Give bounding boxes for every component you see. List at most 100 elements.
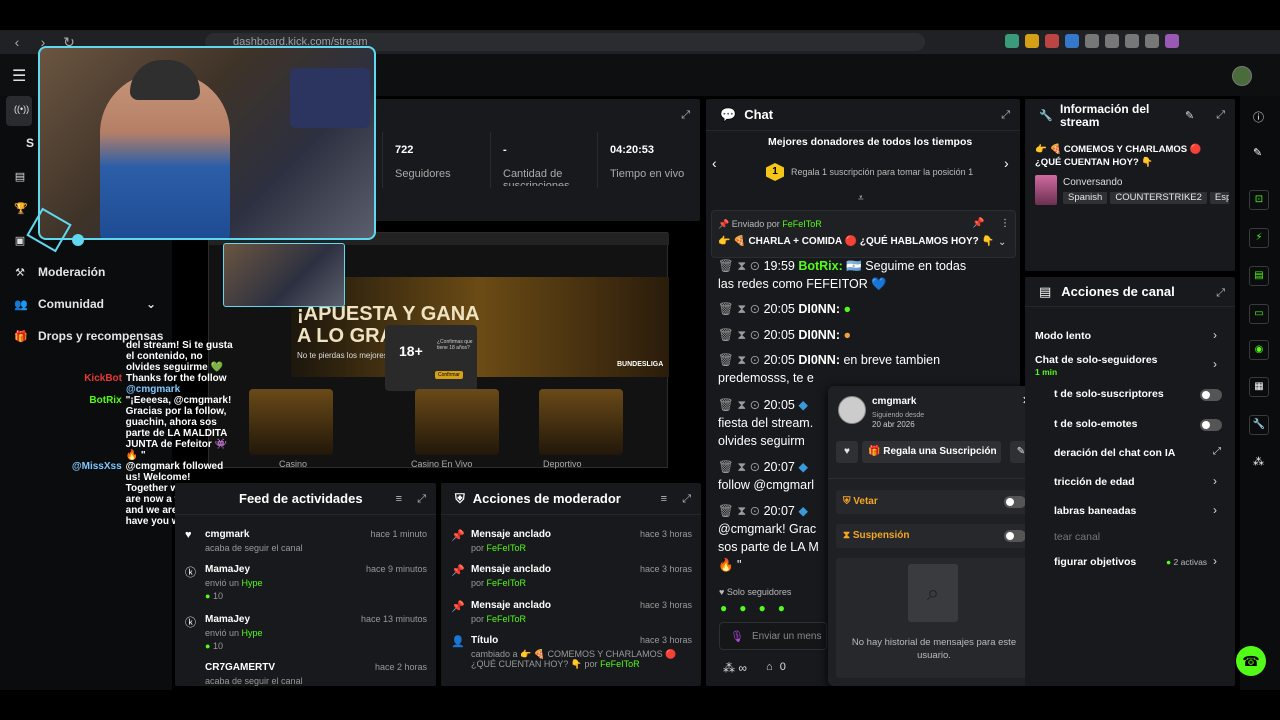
sidebar-item-moderation[interactable]: ⚒ Moderación	[14, 265, 105, 279]
popout-icon[interactable]: ⤢	[1216, 287, 1225, 300]
chevron-right-icon[interactable]: ›	[1213, 357, 1217, 371]
pin-icon[interactable]: 📌	[972, 218, 984, 229]
action-emotes-only[interactable]: t de solo-emotes	[1054, 418, 1137, 430]
points-icon[interactable]: ⁂	[723, 661, 735, 675]
pencil-icon[interactable]: ✎	[1253, 146, 1262, 159]
action-slow-mode[interactable]: Modo lento	[1035, 330, 1091, 342]
popout-icon[interactable]: ⤢	[682, 493, 691, 506]
mod-action-time: hace 3 horas	[639, 564, 692, 574]
chat-message[interactable]: 🗑 ⧗ ⊙ 20:05 DI0NN: ●	[718, 326, 851, 344]
tile-casino[interactable]	[249, 389, 333, 455]
mod-action-item[interactable]: 📌 Mensaje anclado hace 3 horas por FeFeIToR	[451, 600, 692, 624]
action-subs-only[interactable]: t de solo-suscriptores	[1054, 388, 1164, 400]
activity-item[interactable]: ♥ cmgmark hace 1 minuto acaba de seguir el …	[185, 529, 427, 553]
mod-action-item[interactable]: 📌 Mensaje anclado hace 3 horas por FeFeIToR	[451, 529, 692, 553]
mod-action-item[interactable]: 📌 Mensaje anclado hace 3 horas por FeFeIToR	[451, 564, 692, 588]
extension-icon[interactable]	[1025, 34, 1039, 48]
sidebar-item-analytics[interactable]: ▤	[14, 170, 26, 183]
chevron-right-icon[interactable]: ›	[1213, 554, 1217, 568]
timeout-toggle[interactable]	[1004, 530, 1026, 542]
ban-row[interactable]: ⛨ Vetar	[836, 490, 1032, 514]
activity-item[interactable]: ⓚ MamaJey hace 9 minutos envió un Hype ● 10	[185, 564, 427, 601]
gift-sub-button[interactable]: 🎁 Regala una Suscripción	[862, 441, 1001, 463]
filter-icon[interactable]: ≡	[661, 493, 667, 505]
chat-message[interactable]: 🗑 ⧗ ⊙ 20:05 DI0NN: en breve tambien prede…	[718, 351, 940, 387]
document-icon[interactable]: ▤	[1249, 266, 1269, 286]
lightning-icon[interactable]: ⚡	[1249, 228, 1269, 248]
extension-icon[interactable]	[1145, 34, 1159, 48]
tag[interactable]: Spanish	[1063, 192, 1108, 204]
pencil-icon[interactable]: ✎	[1185, 109, 1194, 122]
extension-icon[interactable]	[1045, 34, 1059, 48]
stream-info-panel: 🔧 Información del stream ✎ ⤢ 👉 🍕 COMEMOS…	[1025, 99, 1235, 271]
age-question: ¿Confirmas que tiene 18 años?	[437, 339, 473, 351]
sidebar-item-s[interactable]: S	[26, 136, 34, 150]
puzzle-icon[interactable]	[1085, 34, 1099, 48]
chat-message[interactable]: 🗑 ⧗ ⊙ 20:07 ◆ @cmgmark! Grac sos parte de …	[718, 502, 819, 574]
popout-icon[interactable]: ⤢	[1001, 109, 1010, 122]
subs-only-toggle[interactable]	[1200, 389, 1222, 401]
activity-item[interactable]: ♥CR7GAMERTVhace 2 horasacaba de seguir e…	[205, 662, 427, 686]
emotes-only-toggle[interactable]	[1200, 419, 1222, 431]
chat-input[interactable]: 🎙 Enviar un mens	[719, 622, 827, 650]
activity-item[interactable]: ⓚ MamaJey hace 13 minutos envió un Hype ● 10	[185, 614, 427, 651]
action-goals[interactable]: figurar objetivos	[1054, 556, 1136, 568]
chat-message[interactable]: 🗑 ⧗ ⊙ 20:07 ◆ follow @cmgmarl	[718, 458, 814, 494]
popout-icon[interactable]: ⤢	[681, 109, 690, 122]
action-ai-moderation[interactable]: deración del chat con IA	[1054, 447, 1175, 459]
mic-icon[interactable]: 🎙	[730, 630, 744, 643]
external-link-icon[interactable]: ⤢	[1213, 446, 1221, 457]
chevron-right-icon[interactable]: ›	[1213, 328, 1217, 342]
tag[interactable]: Esp	[1209, 192, 1229, 204]
chat-bubble-icon[interactable]: ▭	[1249, 304, 1269, 324]
layout-icon[interactable]: ▦	[1249, 377, 1269, 397]
avatar[interactable]	[1232, 66, 1252, 86]
chat-message[interactable]: 🗑 ⧗ ⊙ 20:05 ◆ fiesta del stream. olvides s…	[718, 396, 813, 450]
chevron-right-icon[interactable]: ›	[1213, 474, 1217, 488]
popout-icon[interactable]: ⤢	[417, 493, 426, 506]
tag[interactable]: COUNTERSTRIKE2	[1110, 192, 1207, 204]
collapse-icon[interactable]: ⩡	[858, 193, 864, 204]
wrench-icon[interactable]: 🔧	[1249, 415, 1269, 435]
follow-heart-button[interactable]: ♥	[836, 441, 858, 463]
chevron-right-icon[interactable]: ›	[1004, 155, 1009, 171]
sidebar-item-community[interactable]: 👥 Comunidad ⌄	[14, 297, 156, 311]
action-followers-only[interactable]: Chat de solo-seguidores 1 min	[1035, 354, 1158, 378]
action-raid-channel[interactable]: tear canal	[1054, 531, 1100, 543]
back-icon[interactable]: ‹	[8, 34, 26, 50]
tile-sports[interactable]	[539, 389, 623, 455]
avatar[interactable]	[838, 396, 866, 424]
confirm-button[interactable]: Confirmar	[435, 371, 463, 379]
timeout-row[interactable]: ⧗ Suspensión	[836, 524, 1032, 548]
popout-icon[interactable]: ⤢	[1216, 109, 1225, 122]
sidebar-item-achievements[interactable]: 🏆	[14, 202, 28, 215]
store-icon[interactable]: ⌂	[766, 661, 773, 673]
extension-icon[interactable]	[1125, 34, 1139, 48]
info-icon[interactable]: ⓘ	[1253, 109, 1264, 125]
mod-action-item[interactable]: 👤 Título hace 3 horas cambiado a 👉 🍕 COMEMO…	[451, 635, 692, 669]
menu-icon[interactable]: ☰	[12, 66, 26, 86]
target-icon[interactable]: ⊡	[1249, 190, 1269, 210]
chat-message[interactable]: 🗑 ⧗ ⊙ 19:59 BotRix: 🇦🇷 Seguime en todas l…	[718, 257, 966, 293]
emote-bar[interactable]: ●●●●	[720, 601, 797, 615]
tags: Spanish COUNTERSTRIKE2 Esp	[1063, 192, 1229, 206]
broadcast-icon[interactable]: ◉	[1249, 340, 1269, 360]
extension-icon[interactable]	[1065, 34, 1079, 48]
filter-icon[interactable]: ≡	[396, 493, 402, 505]
extension-icon[interactable]	[1105, 34, 1119, 48]
extension-icon[interactable]	[1005, 34, 1019, 48]
tile-live-casino[interactable]	[415, 389, 499, 455]
chevron-right-icon[interactable]: ›	[1213, 503, 1217, 517]
chevron-left-icon[interactable]: ‹	[712, 155, 717, 171]
profile-icon[interactable]	[1165, 34, 1179, 48]
sidebar-item-media[interactable]: ▣	[14, 234, 26, 247]
action-banned-words[interactable]: labras baneadas	[1054, 505, 1136, 517]
ban-toggle[interactable]	[1004, 496, 1026, 508]
more-icon[interactable]: ⋮	[1000, 218, 1010, 229]
sidebar-item-stream-selected[interactable]: ((•))	[6, 96, 32, 126]
apps-icon[interactable]: ⁂	[1253, 455, 1264, 468]
chat-message[interactable]: 🗑 ⧗ ⊙ 20:05 DI0NN: ●	[718, 300, 851, 318]
chevron-down-icon[interactable]: ⌄	[998, 237, 1006, 248]
action-age-restriction[interactable]: tricción de edad	[1054, 476, 1135, 488]
help-button[interactable]: ☎	[1236, 646, 1266, 676]
